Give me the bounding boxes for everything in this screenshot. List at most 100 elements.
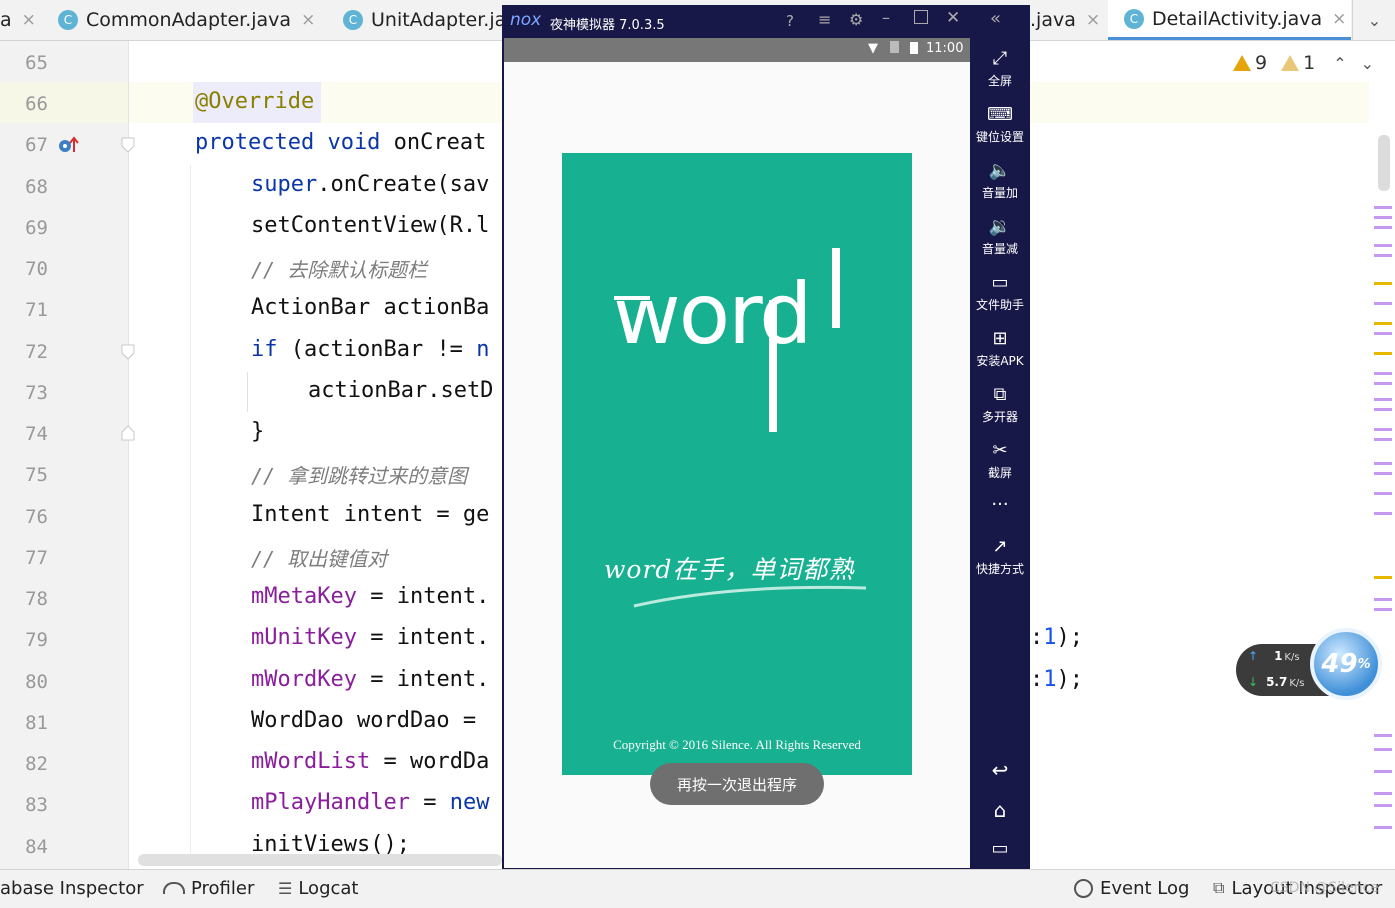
error-stripe-marker[interactable] — [1374, 804, 1392, 807]
warning-stripe-marker[interactable] — [1374, 576, 1392, 579]
android-back-icon[interactable]: ↩ — [970, 758, 1030, 782]
error-stripe-marker[interactable] — [1374, 770, 1392, 773]
sidebar-file-assistant[interactable]: ▭ 文件助手 — [970, 272, 1030, 313]
sidebar-keymap[interactable]: ⌨ 键位设置 — [970, 104, 1030, 145]
tab-partial[interactable]: a × — [0, 0, 36, 40]
error-stripe-marker[interactable] — [1374, 408, 1392, 411]
error-stripe-marker[interactable] — [1374, 792, 1392, 795]
tab-unit-adapter[interactable]: C UnitAdapter.ja — [343, 0, 506, 40]
fold-icon[interactable] — [121, 137, 135, 153]
sidebar-install-apk[interactable]: ⊞ 安装APK — [970, 328, 1030, 369]
error-stripe-marker[interactable] — [1374, 826, 1392, 829]
tab-hidden-java[interactable]: .java × — [1030, 0, 1100, 40]
close-icon[interactable]: × — [301, 10, 315, 30]
class-icon: C — [1124, 8, 1144, 29]
override-marker-icon[interactable] — [58, 136, 80, 154]
error-stripe-marker[interactable] — [1374, 254, 1392, 257]
error-stripe-marker[interactable] — [1374, 472, 1392, 475]
code-line-82[interactable]: mWordList = wordDa — [251, 749, 489, 774]
sidebar-volume-down[interactable]: 🔉 音量减 — [970, 216, 1030, 257]
button-label: Logcat — [298, 877, 359, 899]
code-line-70-comment[interactable]: // 去除默认标题栏 — [251, 254, 427, 283]
code-line-83[interactable]: mPlayHandler = new — [251, 790, 489, 815]
sidebar-volume-up[interactable]: 🔈 音量加 — [970, 160, 1030, 201]
android-recent-apps-icon[interactable]: ▭ — [970, 838, 1030, 859]
close-icon[interactable]: × — [22, 10, 36, 30]
memory-usage-ball[interactable]: 49% — [1310, 628, 1382, 700]
error-stripe-marker[interactable] — [1374, 462, 1392, 465]
tab-common-adapter[interactable]: C CommonAdapter.java × — [58, 0, 315, 40]
help-icon[interactable]: ? — [786, 12, 794, 30]
code-text: = — [409, 790, 450, 815]
error-stripe-marker[interactable] — [1374, 398, 1392, 401]
error-stripe-marker[interactable] — [1374, 372, 1392, 375]
settings-gear-icon[interactable]: ⚙ — [849, 10, 863, 29]
code-line-74[interactable]: } — [251, 419, 264, 444]
code-line-69[interactable]: setContentView(R.l — [251, 213, 489, 238]
error-stripe-marker[interactable] — [1374, 512, 1392, 515]
fold-end-icon[interactable] — [121, 425, 135, 441]
emulator-title: 夜神模拟器 7.0.3.5 — [550, 18, 665, 33]
error-stripe-marker[interactable] — [1374, 332, 1392, 335]
error-stripe-marker[interactable] — [1374, 382, 1392, 385]
error-stripe-marker[interactable] — [1374, 598, 1392, 601]
error-stripe-marker[interactable] — [1374, 438, 1392, 441]
sidebar-multi-instance[interactable]: ⧉ 多开器 — [970, 384, 1030, 425]
code-line-68[interactable]: super.onCreate(sav — [251, 172, 489, 197]
code-line-75-comment[interactable]: // 拿到跳转过来的意图 — [251, 460, 467, 489]
event-log-button[interactable]: Event Log — [1074, 869, 1189, 907]
next-highlight-icon[interactable]: ⌄ — [1361, 54, 1374, 73]
error-stripe-marker[interactable] — [1374, 226, 1392, 229]
warning-stripe-marker[interactable] — [1374, 322, 1392, 325]
menu-icon[interactable]: ≡ — [818, 10, 831, 29]
code-line-73[interactable]: actionBar.setD — [308, 378, 493, 403]
code-line-81[interactable]: WordDao wordDao = — [251, 708, 489, 733]
tab-detail-activity[interactable]: C DetailActivity.java × — [1108, 0, 1351, 40]
code-line-79[interactable]: mUnitKey = intent. — [251, 625, 489, 650]
code-line-76[interactable]: Intent intent = ge — [251, 502, 489, 527]
sidebar-shortcut[interactable]: ↗ 快捷方式 — [970, 536, 1030, 577]
error-stripe-marker[interactable] — [1374, 608, 1392, 611]
sidebar-more[interactable]: ··· — [970, 494, 1030, 518]
code-line-77-comment[interactable]: // 取出键值对 — [251, 543, 387, 572]
code-line-71[interactable]: ActionBar actionBa — [251, 295, 489, 320]
sidebar-fullscreen[interactable]: ⤢ 全屏 — [970, 48, 1030, 89]
upload-speed: ↑ 1 K/s — [1248, 649, 1300, 663]
warning-stripe-marker[interactable] — [1374, 282, 1392, 285]
close-icon[interactable]: × — [1086, 10, 1100, 30]
collapse-sidebar-icon[interactable]: « — [990, 8, 1001, 29]
error-stripe-marker[interactable] — [1374, 748, 1392, 751]
warning-stripe-marker[interactable] — [1374, 352, 1392, 355]
minimize-icon[interactable]: – — [882, 8, 890, 27]
error-stripe-marker[interactable] — [1374, 206, 1392, 209]
splash-card[interactable] — [562, 153, 912, 775]
inspection-widget[interactable]: 9 1 ⌃ ⌄ — [1233, 50, 1374, 76]
code-line-67[interactable]: protected void onCreat — [195, 130, 486, 155]
previous-highlight-icon[interactable]: ⌃ — [1333, 54, 1346, 73]
fold-icon[interactable] — [121, 344, 135, 360]
code-line-72[interactable]: if (actionBar != n — [251, 337, 489, 362]
vertical-scrollbar[interactable] — [1378, 135, 1390, 191]
code-line-80-tail[interactable]: :1); — [1030, 667, 1083, 692]
logcat-button[interactable]: ☰ Logcat — [278, 869, 358, 907]
android-home-icon[interactable]: ⌂ — [970, 798, 1030, 822]
code-line-80[interactable]: mWordKey = intent. — [251, 667, 489, 692]
close-icon[interactable]: × — [1332, 9, 1346, 29]
emulator-title-bar[interactable]: nox 夜神模拟器 7.0.3.5 ? ≡ ⚙ – ✕ « — [502, 5, 1030, 38]
code-line-79-tail[interactable]: :1); — [1030, 625, 1083, 650]
error-stripe-marker[interactable] — [1374, 734, 1392, 737]
close-window-icon[interactable]: ✕ — [946, 8, 960, 28]
error-stripe-marker[interactable] — [1374, 302, 1392, 305]
code-line-78[interactable]: mMetaKey = intent. — [251, 584, 489, 609]
error-stripe-marker[interactable] — [1374, 244, 1392, 247]
sidebar-screenshot[interactable]: ✂ 截屏 — [970, 440, 1030, 481]
code-line-66[interactable]: @Override — [195, 89, 314, 114]
database-inspector-button[interactable]: abase Inspector — [0, 869, 144, 907]
error-stripe-marker[interactable] — [1374, 492, 1392, 495]
error-stripe-marker[interactable] — [1374, 428, 1392, 431]
profiler-button[interactable]: Profiler — [163, 869, 254, 907]
horizontal-scrollbar[interactable] — [138, 854, 502, 866]
error-stripe-marker[interactable] — [1374, 216, 1392, 219]
tab-overflow-chevron-icon[interactable]: ⌄ — [1352, 0, 1395, 40]
maximize-icon[interactable] — [914, 10, 928, 24]
